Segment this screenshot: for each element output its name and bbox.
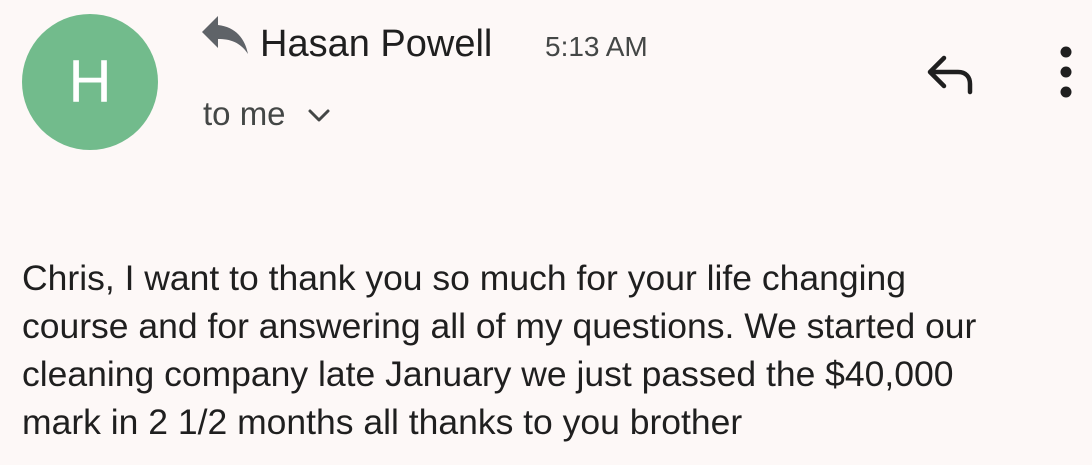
email-body: Chris, I want to thank you so much for y…	[22, 254, 1082, 446]
email-timestamp: 5:13 AM	[545, 31, 648, 62]
recipient-details-toggle[interactable]: to me	[203, 94, 332, 134]
replied-arrow-icon	[202, 16, 248, 54]
sender-name[interactable]: Hasan Powell	[260, 22, 492, 66]
reply-button[interactable]	[918, 46, 982, 102]
sender-avatar[interactable]: H	[22, 14, 158, 150]
email-body-line: cleaning company late January we just pa…	[22, 354, 954, 394]
more-vert-icon	[1060, 46, 1072, 98]
email-body-line: mark in 2 1/2 months all thanks to you b…	[22, 402, 743, 442]
avatar-letter: H	[68, 48, 112, 115]
recipient-label: to me	[203, 95, 286, 132]
email-body-line: Chris, I want to thank you so much for y…	[22, 258, 906, 298]
more-options-button[interactable]	[1044, 40, 1088, 104]
chevron-down-icon	[308, 109, 330, 122]
reply-icon	[927, 55, 973, 95]
email-body-line: course and for answering all of my quest…	[22, 306, 977, 346]
